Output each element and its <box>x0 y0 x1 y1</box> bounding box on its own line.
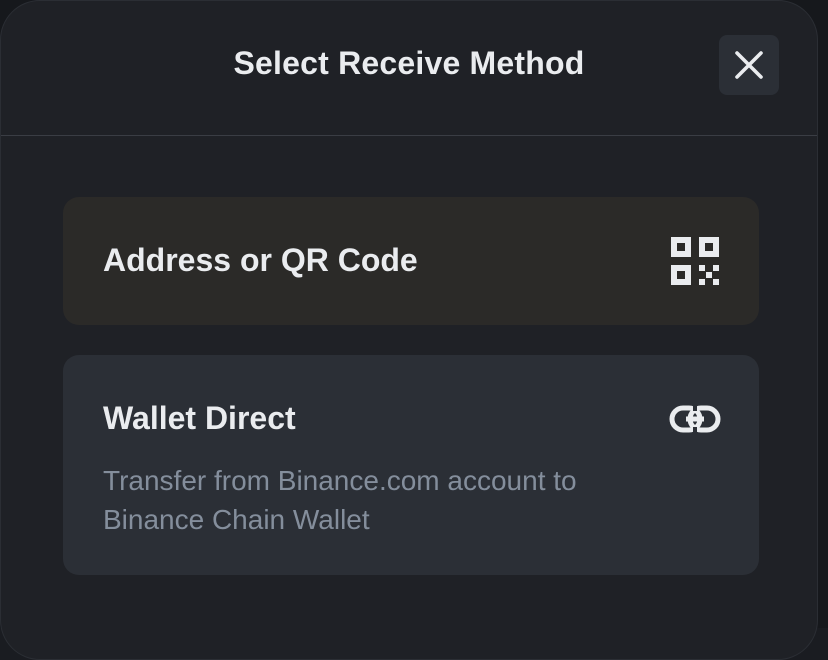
option-wallet-title: Wallet Direct <box>103 400 296 436</box>
option-address-title: Address or QR Code <box>103 242 418 278</box>
option-address-qr[interactable]: Address or QR Code <box>63 197 759 325</box>
link-icon <box>669 393 721 445</box>
close-button[interactable] <box>719 35 779 95</box>
receive-method-modal: Select Receive Method Address or QR Code <box>0 0 818 660</box>
modal-title: Select Receive Method <box>233 45 585 81</box>
option-wallet-direct[interactable]: Wallet Direct Transfer from Binance.com … <box>63 355 759 575</box>
close-icon <box>735 51 763 79</box>
qr-code-icon <box>669 235 721 287</box>
option-wallet-description: Transfer from Binance.com account to Bin… <box>103 465 577 535</box>
modal-header: Select Receive Method <box>1 1 817 136</box>
